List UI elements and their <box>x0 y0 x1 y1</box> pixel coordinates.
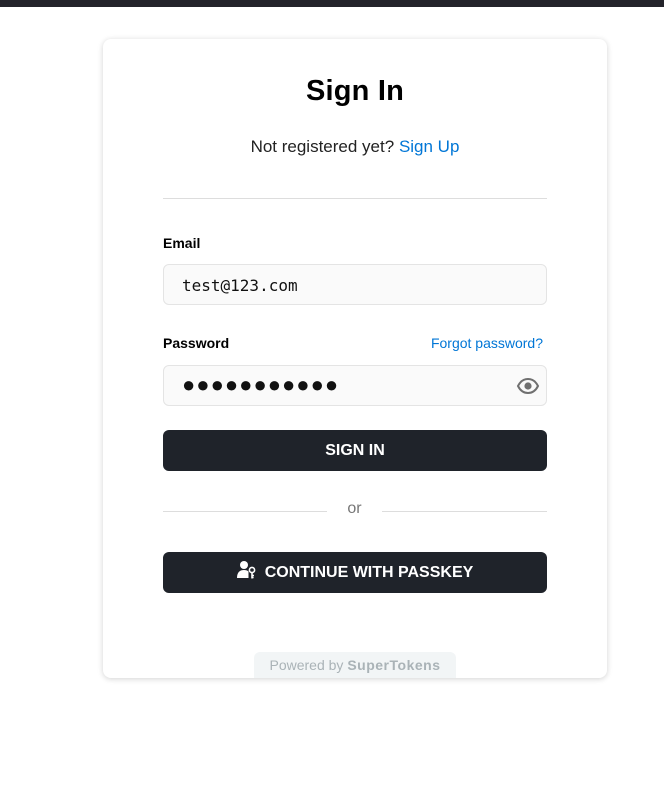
continue-with-passkey-button[interactable]: CONTINUE WITH PASSKEY <box>163 552 547 593</box>
eye-icon[interactable] <box>516 375 540 397</box>
email-label: Email <box>163 235 201 251</box>
signup-prompt: Not registered yet? Sign Up <box>103 137 607 157</box>
passkey-user-icon <box>236 561 256 579</box>
sign-in-button[interactable]: SIGN IN <box>163 430 547 471</box>
sign-in-card: Sign In Not registered yet? Sign Up Emai… <box>103 39 607 678</box>
supertokens-brand: SuperTokens <box>347 657 441 673</box>
powered-by-text: Powered by <box>269 657 344 673</box>
signup-prompt-text: Not registered yet? <box>250 137 395 156</box>
or-divider-right <box>382 511 547 512</box>
header-divider <box>163 198 547 199</box>
password-mask: ●●●●●●●●●●● <box>182 372 340 397</box>
browser-top-bar <box>0 0 664 7</box>
passkey-button-label: CONTINUE WITH PASSKEY <box>264 564 474 581</box>
or-divider-left <box>163 511 327 512</box>
email-value: test@123.com <box>182 276 298 295</box>
or-separator: or <box>347 500 362 517</box>
forgot-password-link[interactable]: Forgot password? <box>431 335 543 351</box>
password-field[interactable]: ●●●●●●●●●●● <box>163 365 547 406</box>
sign-up-link[interactable]: Sign Up <box>399 137 459 156</box>
password-label: Password <box>163 335 230 351</box>
page-title: Sign In <box>305 75 405 107</box>
email-field[interactable]: test@123.com <box>163 264 547 305</box>
powered-by-badge: Powered by SuperTokens <box>254 652 456 678</box>
